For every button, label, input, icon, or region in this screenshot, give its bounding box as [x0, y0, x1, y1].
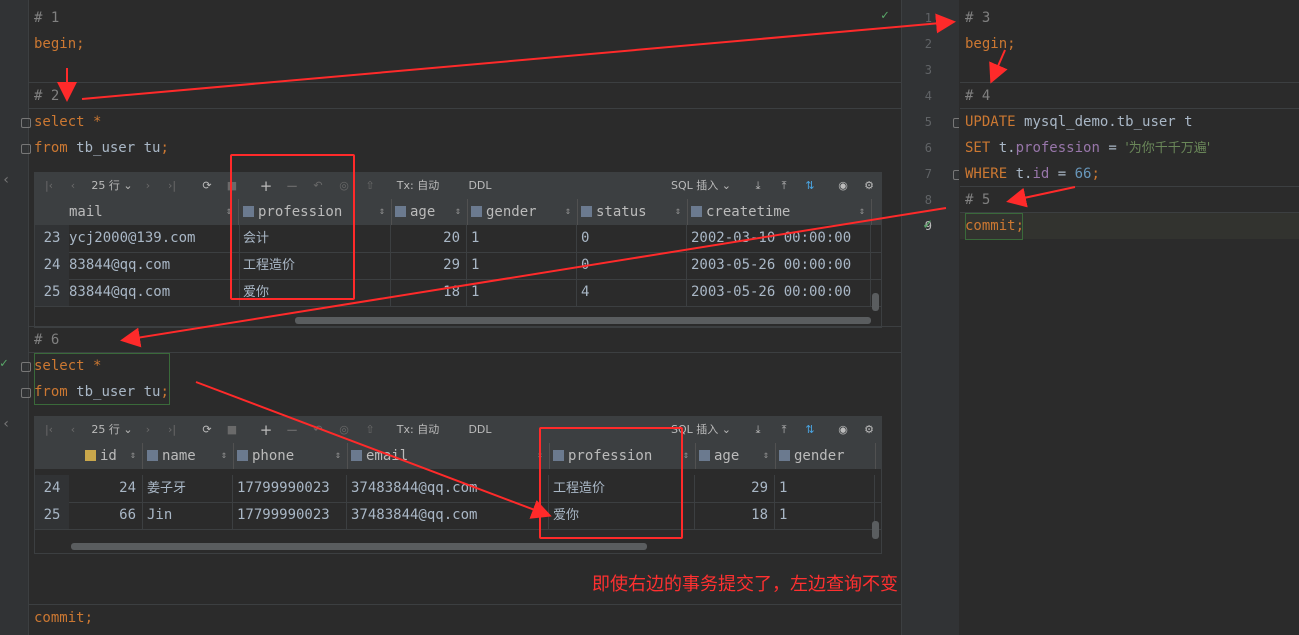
annotation-arrows	[57, 13, 1076, 519]
arrow	[120, 207, 947, 348]
arrow	[81, 13, 956, 100]
arrow	[989, 49, 1008, 84]
arrow	[195, 381, 552, 519]
arrow	[1006, 186, 1076, 208]
